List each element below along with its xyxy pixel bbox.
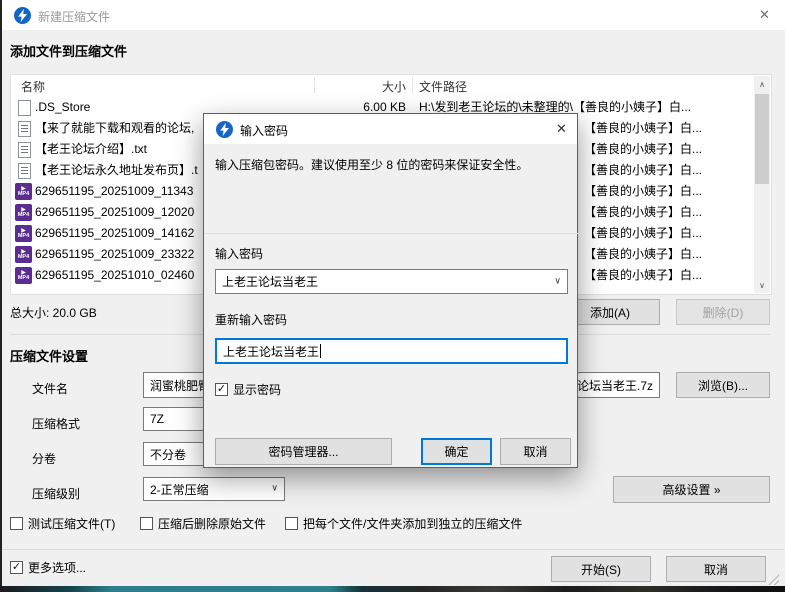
filename-label: 文件名 [32, 382, 69, 396]
scrollbar-thumb[interactable] [755, 94, 769, 184]
list-header[interactable]: 名称 大小 文件路径 [11, 75, 771, 95]
mp4-label: MP4 [17, 211, 30, 218]
mp4-label: MP4 [17, 253, 30, 260]
more-options-checkbox[interactable]: ✓ 更多选项... [10, 559, 86, 576]
mp4-file-icon: ▶ MP4 [15, 183, 32, 200]
divider [204, 233, 579, 234]
dialog-close-icon[interactable]: ✕ [556, 121, 567, 137]
divider [2, 549, 785, 550]
confirm-password-input[interactable]: 上老王论坛当老王 [215, 338, 568, 364]
password-label: 输入密码 [215, 247, 264, 261]
total-size-label: 总大小: 20.0 GB [10, 306, 97, 320]
password-manager-button[interactable]: 密码管理器... [215, 438, 392, 465]
main-titlebar[interactable] [2, 0, 785, 30]
text-caret [320, 344, 322, 358]
confirm-password-label: 重新输入密码 [215, 313, 288, 327]
delete-button: 删除(D) [676, 299, 770, 325]
mp4-file-icon: ▶ MP4 [15, 246, 32, 263]
text-file-icon [18, 163, 31, 179]
mp4-file-icon: ▶ MP4 [15, 225, 32, 242]
advanced-settings-button[interactable]: 高级设置 » [613, 476, 770, 503]
test-archive-checkbox[interactable]: 测试压缩文件(T) [10, 515, 115, 532]
level-value: 2-正常压缩 [150, 482, 209, 497]
text-file-icon [18, 121, 31, 137]
confirm-password-value: 上老王论坛当老王 [223, 344, 320, 359]
password-value: 上老王论坛当老王 [222, 275, 319, 289]
add-files-header: 添加文件到压缩文件 [10, 44, 128, 59]
dialog-message: 输入压缩包密码。建议使用至少 8 位的密码来保证安全性。 [215, 158, 529, 172]
volume-value: 不分卷 [150, 447, 187, 462]
level-select[interactable]: 2-正常压缩 ∨ [143, 477, 285, 501]
checkbox-label: 更多选项... [28, 561, 87, 575]
show-password-checkbox[interactable]: ✓ 显示密码 [215, 381, 281, 398]
delete-original-checkbox[interactable]: 压缩后删除原始文件 [140, 515, 266, 532]
check-icon: ✓ [11, 561, 22, 573]
chevron-down-icon: ∨ [554, 275, 561, 286]
column-name[interactable]: 名称 [21, 78, 45, 95]
background-window-strip [0, 585, 785, 592]
checkbox-label: 压缩后删除原始文件 [158, 517, 267, 531]
checkbox-label: 显示密码 [233, 383, 282, 397]
mp4-label: MP4 [17, 232, 30, 239]
dialog-title: 输入密码 [240, 124, 289, 138]
app-logo-icon [14, 7, 31, 24]
checkbox-checked[interactable]: ✓ [10, 561, 23, 574]
checkbox-unchecked[interactable] [140, 517, 153, 530]
checkbox-checked[interactable]: ✓ [215, 383, 228, 396]
column-divider[interactable] [412, 77, 413, 93]
separate-archives-checkbox[interactable]: 把每个文件/文件夹添加到独立的压缩文件 [285, 515, 522, 532]
app-logo-icon [216, 121, 233, 138]
column-size[interactable]: 大小 [356, 78, 406, 95]
ok-button[interactable]: 确定 [421, 438, 492, 465]
password-dialog: 输入密码 ✕ 输入压缩包密码。建议使用至少 8 位的密码来保证安全性。 输入密码… [203, 113, 579, 468]
screen: 新建压缩文件 ✕ 添加文件到压缩文件 名称 大小 文件路径 .DS_Store … [0, 0, 785, 592]
cancel-button[interactable]: 取消 [666, 556, 766, 582]
start-button[interactable]: 开始(S) [551, 556, 651, 582]
chevron-down-icon: ∨ [271, 482, 278, 493]
dialog-cancel-button[interactable]: 取消 [500, 438, 571, 465]
checkbox-unchecked[interactable] [10, 517, 23, 530]
password-combobox[interactable]: 上老王论坛当老王 ∨ [215, 269, 568, 294]
mp4-label: MP4 [17, 190, 30, 197]
column-path[interactable]: 文件路径 [419, 78, 467, 95]
filename-left-fragment: 润蜜桃肥臀 [150, 378, 211, 393]
mp4-file-icon: ▶ MP4 [15, 204, 32, 221]
archive-settings-header: 压缩文件设置 [10, 349, 89, 364]
blank-file-icon [18, 100, 31, 116]
level-label: 压缩级别 [32, 487, 81, 501]
check-icon: ✓ [216, 383, 227, 395]
volume-label: 分卷 [32, 452, 57, 466]
format-label: 压缩格式 [32, 417, 81, 431]
mp4-label: MP4 [17, 274, 30, 281]
column-divider[interactable] [314, 77, 315, 93]
scroll-up-icon[interactable]: ∧ [754, 76, 770, 92]
checkbox-label: 测试压缩文件(T) [28, 517, 116, 531]
window-title: 新建压缩文件 [38, 10, 111, 24]
checkbox-label: 把每个文件/文件夹添加到独立的压缩文件 [303, 517, 523, 531]
text-file-icon [18, 142, 31, 158]
close-icon[interactable]: ✕ [759, 7, 770, 23]
format-value: 7Z [150, 412, 165, 426]
browse-button[interactable]: 浏览(B)... [676, 372, 770, 398]
scrollbar[interactable]: ∧ ∨ [754, 76, 770, 293]
scroll-down-icon[interactable]: ∨ [754, 277, 770, 293]
filename-right-fragment: 论坛当老王.7z [576, 378, 653, 393]
checkbox-unchecked[interactable] [285, 517, 298, 530]
mp4-file-icon: ▶ MP4 [15, 267, 32, 284]
